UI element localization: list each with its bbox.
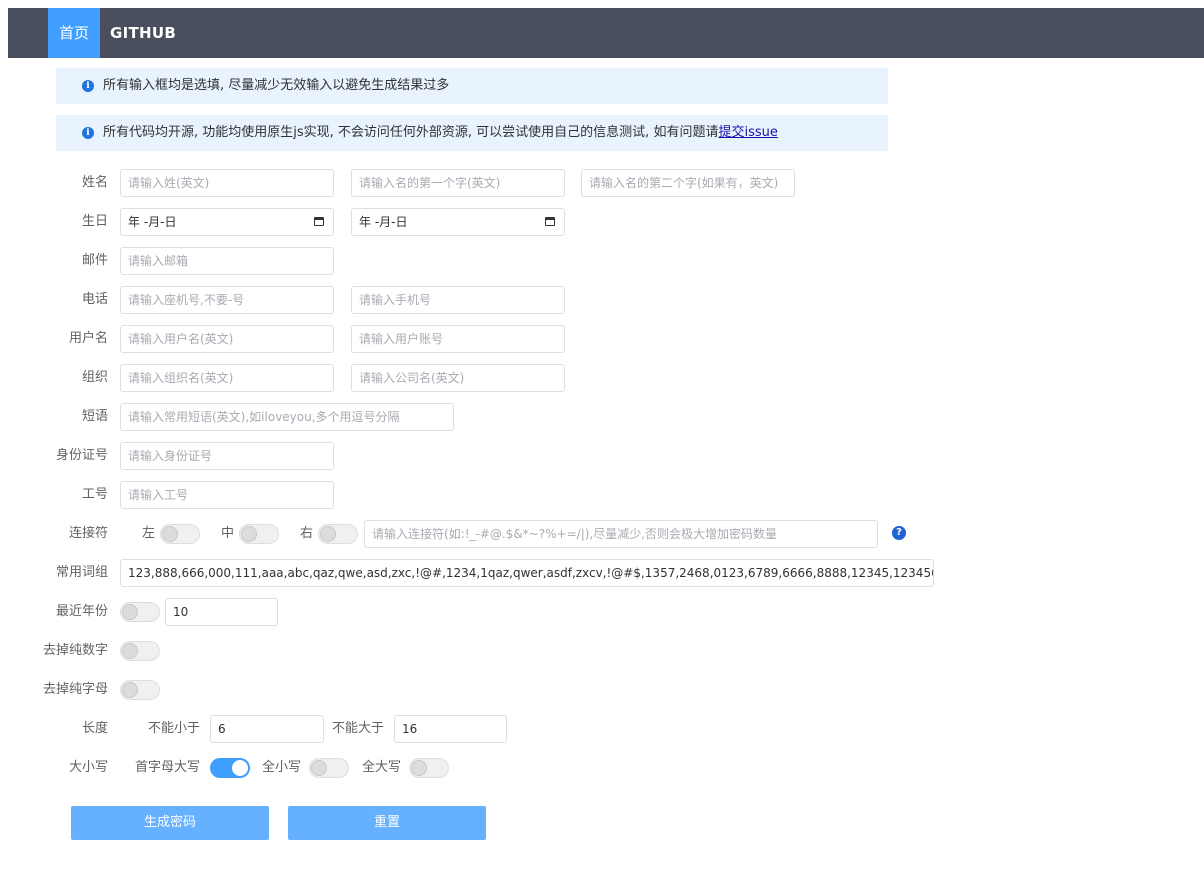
- workid-label: 工号: [81, 487, 108, 502]
- help-icon[interactable]: ?: [892, 526, 906, 540]
- uppercase-switch[interactable]: [409, 758, 449, 778]
- connector-left-switch[interactable]: [160, 524, 200, 544]
- connector-label: 连接符: [68, 526, 108, 541]
- email-input[interactable]: 请输入邮箱: [120, 247, 334, 275]
- name-label: 姓名: [81, 175, 108, 190]
- connector-mid-label: 中: [221, 526, 235, 541]
- username-label: 用户名: [68, 331, 108, 346]
- org-label: 组织: [81, 370, 108, 385]
- alert-text: 所有代码均开源, 功能均使用原生js实现, 不会访问任何外部资源, 可以尝试使用…: [103, 125, 778, 140]
- length-min-input[interactable]: 6: [210, 715, 324, 743]
- no-digits-label: 去掉纯数字: [42, 643, 108, 658]
- connector-right-label: 右: [300, 526, 314, 541]
- nav-github[interactable]: GITHUB: [110, 8, 176, 58]
- connector-right-switch[interactable]: [318, 524, 358, 544]
- account-input[interactable]: 请输入用户账号: [351, 325, 565, 353]
- phone-label: 电话: [81, 292, 108, 307]
- calendar-icon[interactable]: [314, 217, 324, 226]
- phrase-input[interactable]: 请输入常用短语(英文),如iloveyou,多个用逗号分隔: [120, 403, 454, 431]
- phrase-label: 短语: [81, 409, 108, 424]
- lowercase-label: 全小写: [262, 760, 302, 775]
- connector-mid-switch[interactable]: [239, 524, 279, 544]
- uppercase-label: 全大写: [362, 760, 402, 775]
- info-icon: i: [82, 80, 94, 92]
- mobile-input[interactable]: 请输入手机号: [351, 286, 565, 314]
- length-min-label: 不能小于: [148, 721, 201, 736]
- common-words-input[interactable]: 123,888,666,000,111,aaa,abc,qaz,qwe,asd,…: [120, 559, 934, 587]
- words-label: 常用词组: [55, 565, 108, 580]
- landline-input[interactable]: 请输入座机号,不要-号: [120, 286, 334, 314]
- connector-input[interactable]: 请输入连接符(如:!_-#@.$&*~?%+=/|),尽量减少,否则会极大增加密…: [364, 520, 878, 548]
- alert-text: 所有输入框均是选填, 尽量减少无效输入以避免生成结果过多: [103, 78, 450, 93]
- length-max-label: 不能大于: [332, 721, 385, 736]
- date-placeholder: 年 -月-日: [128, 215, 177, 229]
- years-label: 最近年份: [55, 604, 108, 619]
- case-label: 大小写: [68, 760, 108, 775]
- info-alert-opensource: i 所有代码均开源, 功能均使用原生js实现, 不会访问任何外部资源, 可以尝试…: [56, 115, 888, 151]
- top-navbar: 首页 GITHUB: [8, 8, 1204, 58]
- connector-left-label: 左: [142, 526, 156, 541]
- org-input[interactable]: 请输入组织名(英文): [120, 364, 334, 392]
- birthday-date-input-1[interactable]: 年 -月-日: [120, 208, 334, 236]
- email-label: 邮件: [81, 253, 108, 268]
- info-icon: i: [82, 127, 94, 139]
- cap-first-label: 首字母大写: [135, 760, 201, 775]
- reset-button[interactable]: 重置: [288, 806, 486, 840]
- remove-pure-digits-switch[interactable]: [120, 641, 160, 661]
- idcard-label: 身份证号: [55, 448, 108, 463]
- length-label: 长度: [81, 721, 108, 736]
- surname-input[interactable]: 请输入姓(英文): [120, 169, 334, 197]
- birthday-label: 生日: [81, 214, 108, 229]
- username-input[interactable]: 请输入用户名(英文): [120, 325, 334, 353]
- given-name-second-input[interactable]: 请输入名的第二个字(如果有，英文): [581, 169, 795, 197]
- lowercase-switch[interactable]: [309, 758, 349, 778]
- no-letters-label: 去掉纯字母: [42, 682, 108, 697]
- remove-pure-letters-switch[interactable]: [120, 680, 160, 700]
- workid-input[interactable]: 请输入工号: [120, 481, 334, 509]
- company-input[interactable]: 请输入公司名(英文): [351, 364, 565, 392]
- info-alert-optional: i 所有输入框均是选填, 尽量减少无效输入以避免生成结果过多: [56, 68, 888, 104]
- date-placeholder: 年 -月-日: [359, 215, 408, 229]
- submit-issue-link[interactable]: 提交issue: [718, 125, 777, 140]
- length-max-input[interactable]: 16: [394, 715, 507, 743]
- recent-years-input[interactable]: 10: [165, 598, 278, 626]
- cap-first-switch[interactable]: [210, 758, 250, 778]
- generate-password-button[interactable]: 生成密码: [71, 806, 269, 840]
- idcard-input[interactable]: 请输入身份证号: [120, 442, 334, 470]
- calendar-icon[interactable]: [545, 217, 555, 226]
- recent-years-switch[interactable]: [120, 602, 160, 622]
- given-name-first-input[interactable]: 请输入名的第一个字(英文): [351, 169, 565, 197]
- birthday-date-input-2[interactable]: 年 -月-日: [351, 208, 565, 236]
- nav-home[interactable]: 首页: [48, 8, 100, 58]
